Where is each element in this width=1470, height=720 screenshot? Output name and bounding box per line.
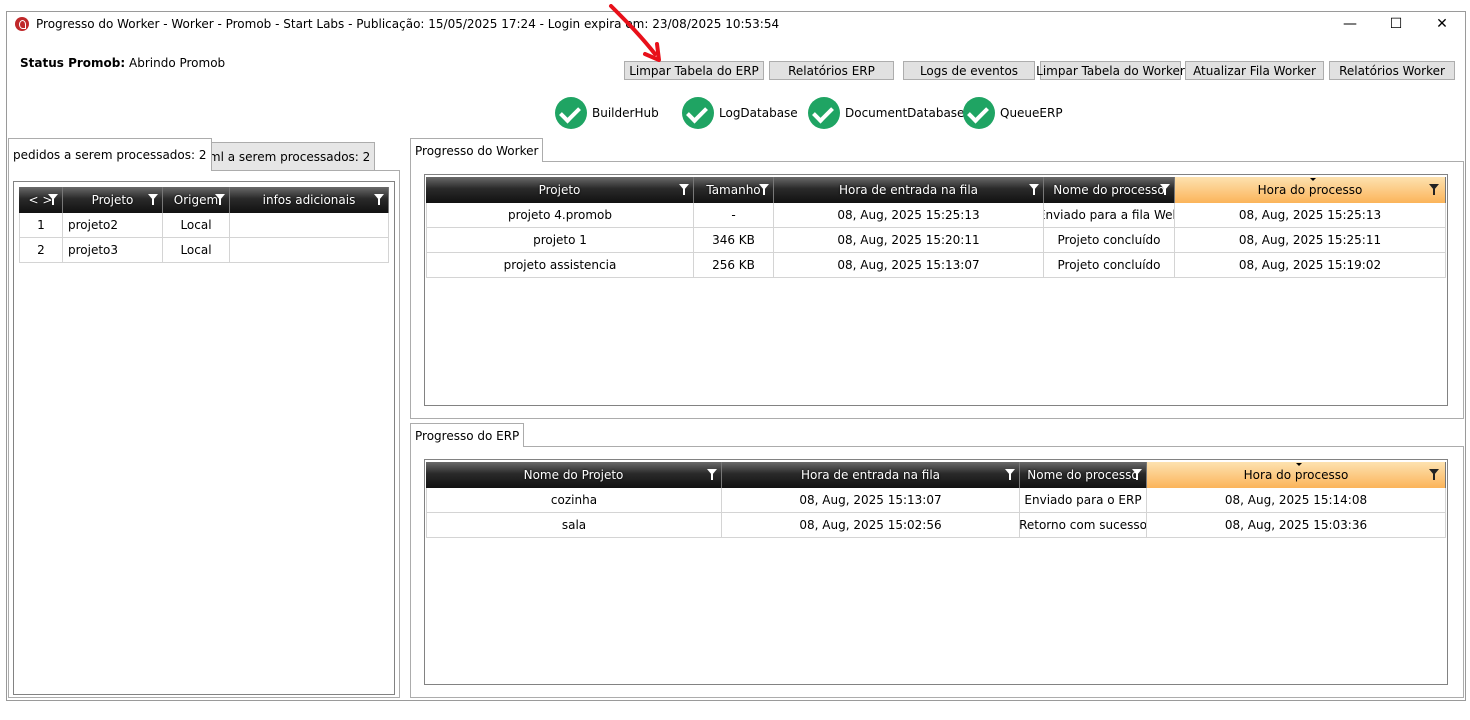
- worker-grid[interactable]: Projeto Tamanho Hora de entrada na fila …: [424, 174, 1448, 406]
- check-icon: [555, 97, 587, 129]
- relatorios-worker-button[interactable]: Relatórios Worker: [1329, 61, 1455, 80]
- filter-icon: [1029, 184, 1039, 195]
- table-row[interactable]: projeto assistencia 256 KB 08, Aug, 2025…: [426, 253, 1446, 278]
- worker-panel: Projeto Tamanho Hora de entrada na fila …: [410, 161, 1464, 419]
- col-header-hora-processo[interactable]: Hora do processo: [1147, 462, 1446, 488]
- minimize-button[interactable]: —: [1327, 12, 1373, 36]
- erp-panel: Nome do Projeto Hora de entrada na fila …: [410, 446, 1464, 698]
- col-header-infos[interactable]: infos adicionais: [230, 187, 389, 213]
- col-header-nome-processo[interactable]: Nome do processo: [1044, 177, 1175, 203]
- table-row[interactable]: 2 projeto3 Local: [19, 238, 389, 263]
- table-row[interactable]: 1 projeto2 Local: [19, 213, 389, 238]
- annotation-arrow-icon: [609, 4, 661, 62]
- col-header-hora-processo[interactable]: Hora do processo: [1175, 177, 1446, 203]
- table-row[interactable]: projeto 1 346 KB 08, Aug, 2025 15:20:11 …: [426, 228, 1446, 253]
- check-icon: [682, 97, 714, 129]
- sort-desc-icon: [1310, 178, 1316, 181]
- main-window: Progresso do Worker - Worker - Promob - …: [6, 11, 1466, 701]
- col-header-projeto[interactable]: Projeto: [63, 187, 163, 213]
- filter-icon: [1429, 469, 1439, 480]
- tab-xml[interactable]: .xml a serem processados: 2: [193, 142, 376, 170]
- col-header-tamanho[interactable]: Tamanho: [694, 177, 774, 203]
- worker-header: Projeto Tamanho Hora de entrada na fila …: [426, 177, 1446, 203]
- filter-icon: [679, 184, 689, 195]
- table-row[interactable]: projeto 4.promob - 08, Aug, 2025 15:25:1…: [426, 203, 1446, 228]
- app-logo-icon: [15, 17, 29, 31]
- col-header-nav[interactable]: < >: [19, 187, 63, 213]
- limpar-tabela-worker-button[interactable]: Limpar Tabela do Worker: [1036, 61, 1185, 80]
- close-button[interactable]: ✕: [1419, 12, 1465, 36]
- service-logdatabase: LogDatabase: [682, 96, 798, 130]
- atualizar-fila-worker-button[interactable]: Atualizar Fila Worker: [1185, 61, 1324, 80]
- col-header-hora-entrada[interactable]: Hora de entrada na fila: [774, 177, 1044, 203]
- filter-icon: [48, 194, 58, 205]
- pedidos-grid[interactable]: < > Projeto Origem infos adicionais 1 pr…: [13, 181, 395, 695]
- tab-pedidos[interactable]: pedidos a serem processados: 2: [8, 138, 212, 171]
- filter-icon: [1132, 469, 1142, 480]
- filter-icon: [148, 194, 158, 205]
- pedidos-panel: < > Projeto Origem infos adicionais 1 pr…: [8, 170, 400, 698]
- col-header-nome-processo[interactable]: Nome do processo: [1020, 462, 1147, 488]
- status-label: Status Promob:: [20, 56, 126, 70]
- service-documentdatabase: DocumentDatabase: [808, 96, 964, 130]
- filter-icon: [1160, 184, 1170, 195]
- filter-icon: [1005, 469, 1015, 480]
- logs-eventos-button[interactable]: Logs de eventos: [903, 61, 1035, 80]
- col-header-origem[interactable]: Origem: [163, 187, 230, 213]
- col-header-nome-projeto[interactable]: Nome do Projeto: [426, 462, 722, 488]
- relatorios-erp-button[interactable]: Relatórios ERP: [769, 61, 894, 80]
- tab-progresso-erp[interactable]: Progresso do ERP: [410, 423, 525, 447]
- check-icon: [808, 97, 840, 129]
- sort-desc-icon: [1296, 463, 1302, 466]
- col-header-projeto[interactable]: Projeto: [426, 177, 694, 203]
- col-header-hora-entrada[interactable]: Hora de entrada na fila: [722, 462, 1020, 488]
- maximize-button[interactable]: ☐: [1373, 12, 1419, 36]
- table-row[interactable]: cozinha 08, Aug, 2025 15:13:07 Enviado p…: [426, 488, 1446, 513]
- erp-header: Nome do Projeto Hora de entrada na fila …: [426, 462, 1446, 488]
- title-bar[interactable]: Progresso do Worker - Worker - Promob - …: [7, 12, 1465, 36]
- filter-icon: [707, 469, 717, 480]
- filter-icon: [374, 194, 384, 205]
- pedidos-header: < > Projeto Origem infos adicionais: [19, 187, 389, 213]
- status-promob: Status Promob: Abrindo Promob: [20, 56, 225, 70]
- service-queueerp: QueueERP: [963, 96, 1063, 130]
- erp-grid[interactable]: Nome do Projeto Hora de entrada na fila …: [424, 459, 1448, 685]
- check-icon: [963, 97, 995, 129]
- filter-icon: [759, 184, 769, 195]
- status-value: Abrindo Promob: [129, 56, 226, 70]
- filter-icon: [215, 194, 225, 205]
- filter-icon: [1429, 184, 1439, 195]
- tab-progresso-worker[interactable]: Progresso do Worker: [410, 138, 544, 162]
- service-builderhub: BuilderHub: [555, 96, 659, 130]
- table-row[interactable]: sala 08, Aug, 2025 15:02:56 Retorno com …: [426, 513, 1446, 538]
